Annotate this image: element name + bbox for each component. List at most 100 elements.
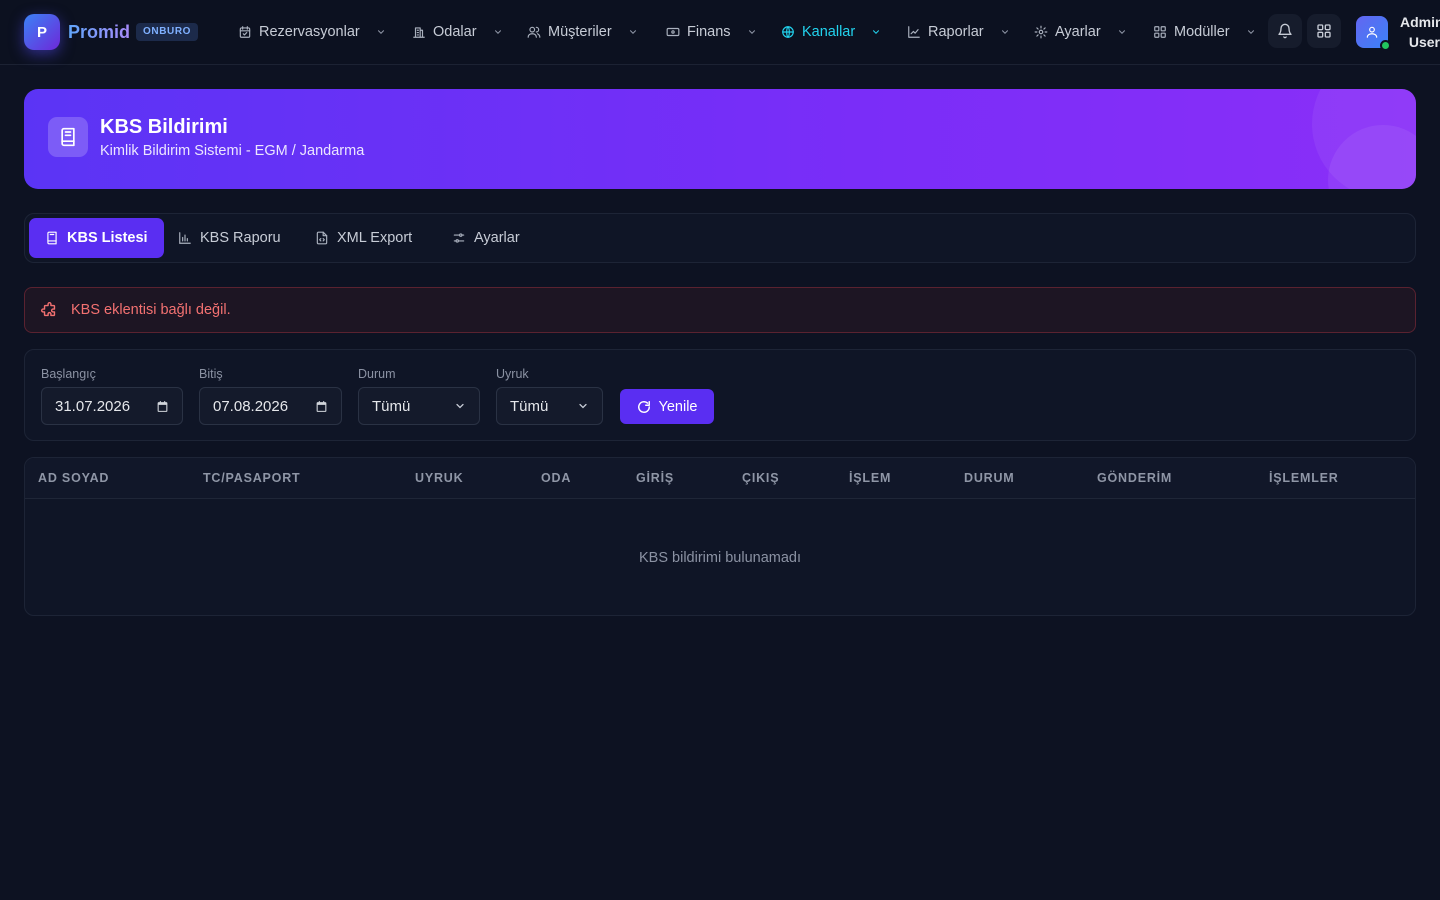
kbs-table: AD SOYAD TC/PASAPORT UYRUK ODA GİRİŞ ÇIK… xyxy=(24,457,1416,616)
nav-item-label: Finans xyxy=(687,24,731,40)
chevron-down-icon xyxy=(871,27,881,37)
top-navbar: P Promid ONBURO Rezervasyonlar Odalar Mü… xyxy=(0,0,1440,65)
tab-bar: KBS Listesi KBS Raporu XML Export Ayarla… xyxy=(24,213,1416,263)
globe-icon xyxy=(781,25,795,39)
user-name-line1: Admin xyxy=(1400,14,1440,30)
brand-logo-letter: P xyxy=(36,23,47,41)
line-chart-icon xyxy=(907,25,921,39)
column-header-gonderim[interactable]: GÖNDERİM xyxy=(1097,471,1172,485)
status-label: Durum xyxy=(358,367,396,381)
brand-badge: ONBURO xyxy=(136,23,199,41)
calendar-picker-icon[interactable] xyxy=(156,400,169,413)
bar-chart-icon xyxy=(178,231,192,245)
chevron-down-icon xyxy=(376,27,386,37)
chevron-down-icon xyxy=(577,400,589,412)
user-icon xyxy=(1365,25,1379,39)
puzzle-icon xyxy=(41,301,58,319)
nav-item-label: Rezervasyonlar xyxy=(259,24,360,40)
avatar[interactable] xyxy=(1356,16,1391,51)
filter-panel: Başlangıç 31.07.2026 Bitiş 07.08.2026 Du… xyxy=(24,349,1416,441)
calendar-icon xyxy=(238,25,252,39)
nav-item-finans[interactable]: Finans xyxy=(666,20,757,44)
column-header-cikis[interactable]: ÇIKIŞ xyxy=(742,471,779,485)
page-header-banner: KBS Bildirimi Kimlik Bildirim Sistemi - … xyxy=(24,89,1416,189)
table-header: AD SOYAD TC/PASAPORT UYRUK ODA GİRİŞ ÇIK… xyxy=(25,458,1415,499)
gear-icon xyxy=(1034,25,1048,39)
tab-label: Ayarlar xyxy=(474,230,520,246)
book-icon xyxy=(48,117,88,157)
column-header-uyruk[interactable]: UYRUK xyxy=(415,471,463,485)
start-date-label: Başlangıç xyxy=(41,367,96,381)
column-header-islemler: İŞLEMLER xyxy=(1269,471,1339,485)
start-date-input[interactable]: 31.07.2026 xyxy=(41,387,183,425)
tab-kbs-listesi[interactable]: KBS Listesi xyxy=(29,218,164,258)
nationality-select[interactable]: Tümü xyxy=(496,387,603,425)
nav-item-label: Müşteriler xyxy=(548,24,612,40)
end-date-label: Bitiş xyxy=(199,367,223,381)
grid-icon xyxy=(1153,25,1167,39)
brand-name[interactable]: Promid xyxy=(68,20,130,44)
page-title: KBS Bildirimi xyxy=(100,116,228,138)
chevron-down-icon xyxy=(1000,27,1010,37)
user-name[interactable]: Admin User xyxy=(1400,12,1440,52)
nationality-select-value: Tümü xyxy=(510,397,549,415)
chevron-down-icon xyxy=(747,27,757,37)
nav-item-odalar[interactable]: Odalar xyxy=(412,20,503,44)
nav-item-label: Odalar xyxy=(433,24,477,40)
refresh-button-label: Yenile xyxy=(658,398,698,415)
chevron-down-icon xyxy=(1246,27,1256,37)
banknote-icon xyxy=(666,25,680,39)
status-select[interactable]: Tümü xyxy=(358,387,480,425)
book-icon xyxy=(45,231,59,245)
refresh-icon xyxy=(637,400,651,414)
alert-plugin-not-connected: KBS eklentisi bağlı değil. xyxy=(24,287,1416,333)
notifications-button[interactable] xyxy=(1268,14,1302,48)
users-icon xyxy=(527,25,541,39)
tab-label: XML Export xyxy=(337,230,413,246)
end-date-value: 07.08.2026 xyxy=(213,397,289,415)
column-header-tc-pasaport[interactable]: TC/PASAPORT xyxy=(203,471,300,485)
apps-button[interactable] xyxy=(1307,14,1341,48)
column-header-durum[interactable]: DURUM xyxy=(964,471,1015,485)
building-icon xyxy=(412,25,426,39)
alert-text: KBS eklentisi bağlı değil. xyxy=(71,302,231,318)
nav-item-label: Kanallar xyxy=(802,24,856,40)
start-date-value: 31.07.2026 xyxy=(55,397,131,415)
chevron-down-icon xyxy=(628,27,638,37)
bell-icon xyxy=(1277,23,1293,39)
refresh-button[interactable]: Yenile xyxy=(620,389,714,424)
end-date-input[interactable]: 07.08.2026 xyxy=(199,387,342,425)
chevron-down-icon xyxy=(1117,27,1127,37)
nav-item-label: Modüller xyxy=(1174,24,1230,40)
tab-label: KBS Listesi xyxy=(67,230,148,246)
nationality-label: Uyruk xyxy=(496,367,529,381)
apps-grid-icon xyxy=(1316,23,1332,39)
file-code-icon xyxy=(315,231,329,245)
column-header-islem[interactable]: İŞLEM xyxy=(849,471,891,485)
table-empty-state: KBS bildirimi bulunamadı xyxy=(639,550,801,566)
tab-label: KBS Raporu xyxy=(200,230,281,246)
nav-item-kanallar[interactable]: Kanallar xyxy=(781,20,881,44)
nav-item-musteriler[interactable]: Müşteriler xyxy=(527,20,638,44)
tab-kbs-raporu[interactable]: KBS Raporu xyxy=(162,218,297,258)
chevron-down-icon xyxy=(493,27,503,37)
online-status-dot xyxy=(1380,40,1391,51)
nav-item-raporlar[interactable]: Raporlar xyxy=(907,20,1010,44)
column-header-giris[interactable]: GİRİŞ xyxy=(636,471,674,485)
nav-item-ayarlar[interactable]: Ayarlar xyxy=(1034,20,1127,44)
page-subtitle: Kimlik Bildirim Sistemi - EGM / Jandarma xyxy=(100,143,365,159)
column-header-oda[interactable]: ODA xyxy=(541,471,571,485)
chevron-down-icon xyxy=(454,400,466,412)
nav-item-moduller[interactable]: Modüller xyxy=(1153,20,1256,44)
tab-ayarlar[interactable]: Ayarlar xyxy=(436,218,536,258)
nav-item-label: Raporlar xyxy=(928,24,984,40)
nav-item-label: Ayarlar xyxy=(1055,24,1101,40)
sliders-icon xyxy=(452,231,466,245)
status-select-value: Tümü xyxy=(372,397,411,415)
column-header-ad-soyad[interactable]: AD SOYAD xyxy=(38,471,109,485)
user-name-line2: User xyxy=(1408,34,1440,50)
tab-xml-export[interactable]: XML Export xyxy=(299,218,428,258)
calendar-picker-icon[interactable] xyxy=(315,400,328,413)
nav-item-rezervasyonlar[interactable]: Rezervasyonlar xyxy=(238,20,386,44)
brand-logo[interactable]: P xyxy=(24,14,60,50)
